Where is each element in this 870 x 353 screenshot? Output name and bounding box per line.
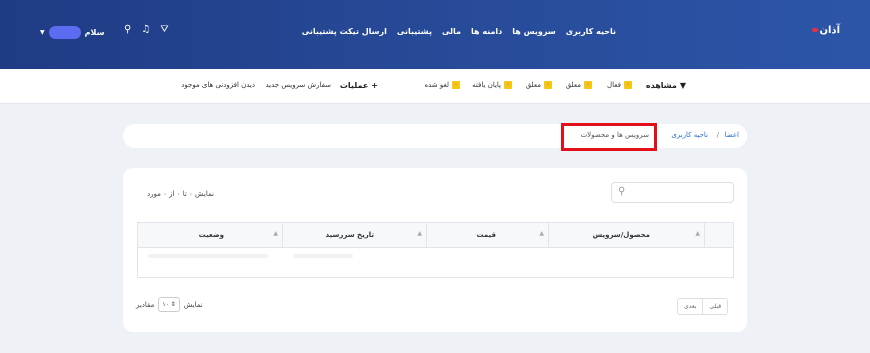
count-badge: ۰ (452, 81, 460, 89)
logo[interactable]: آذان (812, 25, 840, 36)
column-price[interactable]: قیمت ▲ (427, 223, 549, 247)
logo-text: آذان (819, 25, 840, 36)
column-label: قیمت (476, 231, 496, 239)
breadcrumb-home[interactable]: اعضا (725, 131, 739, 139)
search-icon[interactable]: ⚲ (124, 24, 131, 35)
page-size-show-label: نمایش (183, 300, 203, 309)
filter-label: معلق (565, 81, 581, 89)
filter-label: معلق (525, 81, 541, 89)
view-filter-button[interactable]: مشاهده ▼ (646, 81, 686, 90)
addons-link[interactable]: دیدن افزودنی های موجود (181, 81, 255, 89)
page-size: مقادیر ۱۰ ⇕ نمایش (136, 297, 203, 312)
column-label: محصول/سرویس (592, 231, 650, 239)
nav-support[interactable]: پشتیبانی (397, 27, 432, 36)
count-badge: ۰ (544, 81, 552, 89)
main-nav: ناحیه کاربری سرویس ها دامنه ها مالی پشتی… (302, 27, 616, 36)
count-badge: ۰ (624, 81, 632, 89)
services-card: ⚲ نمایش ۰ تا ۰ از ۰ مورد وضعیت ▲ تاریخ س… (123, 168, 747, 332)
search-icon: ⚲ (618, 186, 626, 197)
column-label: وضعیت (198, 231, 224, 239)
page-size-value: ۱۰ (162, 301, 169, 308)
page-size-select[interactable]: ۱۰ ⇕ (158, 297, 180, 312)
column-due-date[interactable]: تاریخ سررسید ▲ (283, 223, 427, 247)
new-service-link[interactable]: سفارش سرویس جدید (265, 81, 331, 89)
user-greeting: سلام (84, 28, 105, 37)
nav-services[interactable]: سرویس ها (512, 27, 555, 36)
next-button[interactable]: بعدی (678, 299, 702, 314)
nav-client-area[interactable]: ناحیه کاربری (566, 27, 616, 36)
view-label: مشاهده (645, 81, 677, 90)
logo-mark (812, 28, 819, 32)
sort-icon: ▲ (695, 230, 700, 237)
filter-bar: مشاهده ▼ فعال ۰ معلق ۰ معلق ۰ پایان یافته ۰ ل… (0, 69, 870, 104)
highlight-box (561, 123, 657, 151)
actions-label: عملیات (339, 81, 369, 90)
prev-button[interactable]: قبلی (702, 299, 727, 314)
pagination: بعدی قبلی (677, 298, 729, 315)
top-header: آذان ناحیه کاربری سرویس ها دامنه ها مالی… (0, 0, 870, 69)
filter-cancelled[interactable]: لغو شده ۰ (424, 81, 460, 89)
filter-suspended[interactable]: معلق ۰ (566, 81, 592, 89)
nav-domains[interactable]: دامنه ها (471, 27, 502, 36)
filter-active[interactable]: فعال ۰ (607, 81, 632, 89)
bell-icon[interactable]: ♫ (141, 24, 150, 35)
column-label: تاریخ سررسید (325, 231, 374, 239)
sort-icon: ▲ (273, 230, 278, 237)
nav-open-ticket[interactable]: ارسال تیکت پشتیبانی (302, 27, 387, 36)
column-status[interactable]: وضعیت ▲ (138, 223, 283, 247)
table-header: وضعیت ▲ تاریخ سررسید ▲ قیمت ▲ محصول/سروی… (137, 222, 734, 248)
table-info: نمایش ۰ تا ۰ از ۰ مورد (147, 190, 214, 198)
sort-icon: ▲ (417, 230, 422, 237)
nav-billing[interactable]: مالی (442, 27, 461, 36)
table-empty-row (137, 248, 734, 278)
filter-icon: ▼ (679, 81, 686, 90)
table-search-input[interactable]: ⚲ (611, 182, 734, 203)
sort-icon: ▲ (539, 230, 544, 237)
count-badge: ۰ (504, 81, 512, 89)
placeholder-bar (148, 254, 268, 258)
filter-label: فعال (607, 81, 621, 89)
breadcrumb-client-area[interactable]: ناحیه کاربری (671, 131, 708, 139)
placeholder-bar (293, 254, 353, 258)
user-menu[interactable]: ▼ سلام (40, 26, 104, 39)
plus-icon: + (371, 81, 378, 90)
cart-icon[interactable]: ⛛ (160, 24, 168, 35)
page-size-items-label: مقادیر (136, 300, 155, 309)
filter-terminated[interactable]: پایان یافته ۰ (472, 81, 512, 89)
actions-button[interactable]: عملیات + (340, 81, 378, 90)
avatar (48, 26, 81, 39)
filter-label: پایان یافته (472, 81, 501, 89)
header-icons: ⚲ ♫ ⛛ (124, 24, 169, 35)
chevron-down-icon: ▼ (40, 29, 45, 36)
filter-label: لغو شده (424, 81, 449, 89)
column-product[interactable]: محصول/سرویس ▲ (549, 223, 705, 247)
filter-pending[interactable]: معلق ۰ (526, 81, 552, 89)
count-badge: ۰ (584, 81, 592, 89)
breadcrumb-separator: / (716, 131, 719, 139)
